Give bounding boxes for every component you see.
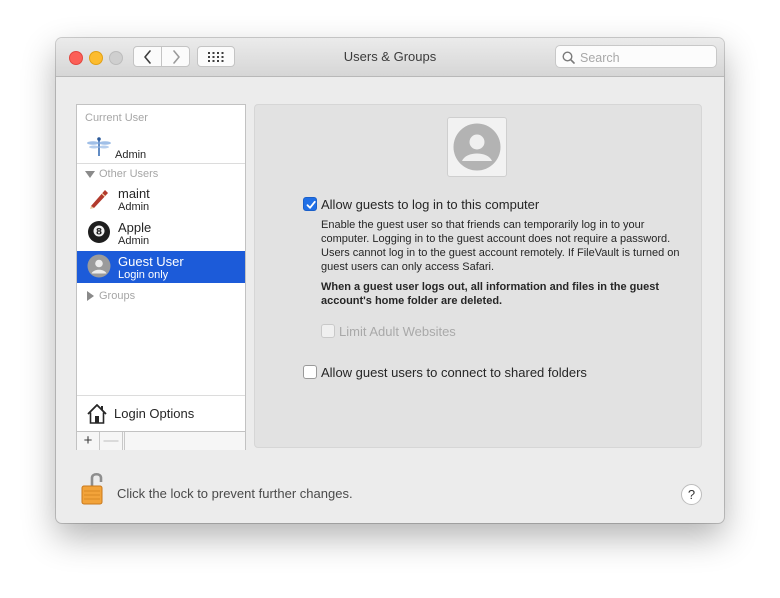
user-name: Apple	[118, 220, 152, 235]
shared-folders-label[interactable]: Allow guest users to connect to shared f…	[321, 365, 587, 380]
guest-avatar	[447, 117, 507, 177]
help-button[interactable]: ?	[681, 484, 702, 505]
list-toolbar: + —	[77, 431, 245, 450]
disclosure-triangle-closed-icon[interactable]	[87, 291, 94, 301]
search-input[interactable]	[578, 48, 712, 67]
search-field[interactable]	[555, 45, 717, 68]
user-role: Admin	[115, 149, 147, 161]
guest-warning: When a guest user logs out, all informat…	[321, 281, 659, 307]
dragonfly-icon	[87, 137, 111, 156]
user-name: maint	[118, 186, 150, 201]
allow-guests-checkbox[interactable]	[303, 197, 317, 211]
other-users-header: Other Users	[99, 168, 159, 180]
groups-header[interactable]: Groups	[99, 290, 135, 302]
user-role: Admin	[118, 201, 150, 213]
limit-adult-label: Limit Adult Websites	[339, 324, 456, 339]
shared-folders-checkbox[interactable]	[303, 365, 317, 379]
svg-text:8: 8	[96, 228, 102, 238]
title-bar: Users & Groups	[56, 38, 724, 77]
user-row-current[interactable]: Admin	[77, 131, 245, 163]
user-row-guest[interactable]: Guest User Login only	[77, 251, 245, 283]
users-groups-window: Users & Groups Current User Admin	[56, 38, 724, 523]
search-icon	[562, 51, 575, 64]
remove-user-button[interactable]: —	[100, 432, 123, 450]
limit-adult-checkbox[interactable]	[321, 324, 335, 338]
add-user-button[interactable]: +	[77, 432, 100, 450]
checkmark-icon	[306, 200, 316, 209]
divider	[77, 163, 245, 164]
user-row-apple[interactable]: 8 Apple Admin	[77, 217, 245, 249]
guest-settings-panel: Allow guests to log in to this computer …	[254, 104, 702, 448]
user-row-maint[interactable]: maint Admin	[77, 183, 245, 215]
user-role: Admin	[118, 235, 150, 247]
guest-description: Enable the guest user so that friends ca…	[321, 219, 680, 273]
person-icon	[87, 254, 111, 278]
disclosure-triangle-open-icon[interactable]	[85, 171, 95, 178]
current-user-header: Current User	[85, 112, 148, 124]
allow-guests-label[interactable]: Allow guests to log in to this computer	[321, 197, 539, 212]
lock-message: Click the lock to prevent further change…	[117, 486, 353, 501]
login-options-item[interactable]: Login Options	[77, 395, 245, 432]
house-icon	[87, 404, 107, 424]
login-options-label: Login Options	[114, 406, 195, 421]
lock-open-icon[interactable]	[80, 470, 106, 506]
person-icon	[453, 123, 501, 171]
user-role: Login only	[118, 269, 169, 281]
eightball-icon: 8	[88, 221, 110, 243]
pen-icon	[90, 190, 108, 209]
user-name: Guest User	[118, 254, 184, 269]
users-list: Current User Admin Other Users maint Adm…	[76, 104, 246, 450]
toolbar-divider	[123, 432, 125, 450]
